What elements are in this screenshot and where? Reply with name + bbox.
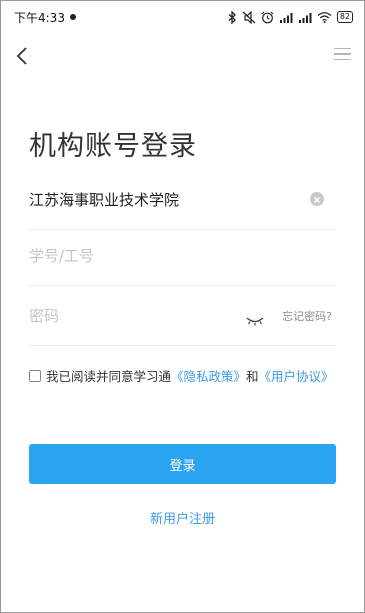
agreement-text: 我已阅读并同意学习通 [46,369,172,384]
battery-level: 82 [339,12,350,21]
back-button[interactable] [12,44,34,68]
status-icons: 82 [228,10,353,24]
forgot-password-link[interactable]: 忘记密码? [282,308,332,324]
eye-closed-icon[interactable] [246,311,264,326]
status-time: 下午4:33 [14,10,65,25]
privacy-policy-link[interactable]: 《隐私政策》 [171,366,246,385]
menu-button[interactable] [334,48,351,64]
alarm-icon [261,10,274,24]
student-id-field[interactable] [29,226,336,286]
password-field[interactable]: 忘记密码? [29,286,336,346]
mute-icon [242,10,256,24]
student-id-input[interactable] [29,246,229,265]
page-title: 机构账号登录 [29,131,197,162]
user-agreement-link[interactable]: 《用户协议》 [259,366,334,385]
agreement-checkbox[interactable] [29,369,41,382]
wifi-icon [317,10,332,24]
clear-icon[interactable] [310,192,324,206]
chevron-left-icon [16,47,27,65]
battery-icon: 82 [336,11,353,23]
agreement-row: 我已阅读并同意学习通 《隐私政策》 和 《用户协议》 [29,366,334,385]
hamburger-menu-icon [334,48,351,50]
institution-field[interactable]: 江苏海事职业技术学院 [29,170,336,230]
agreement-and-text: 和 [246,369,259,384]
register-link[interactable]: 新用户注册 [0,508,365,527]
login-button[interactable]: 登录 [29,444,336,484]
password-input[interactable] [29,306,209,325]
notification-dot-icon [69,14,76,20]
status-bar: 下午4:33 82 [0,0,365,34]
signal-hd-icon [279,10,293,24]
signal-hd-icon [298,10,312,24]
institution-value[interactable]: 江苏海事职业技术学院 [29,189,179,210]
bluetooth-icon [228,10,237,24]
